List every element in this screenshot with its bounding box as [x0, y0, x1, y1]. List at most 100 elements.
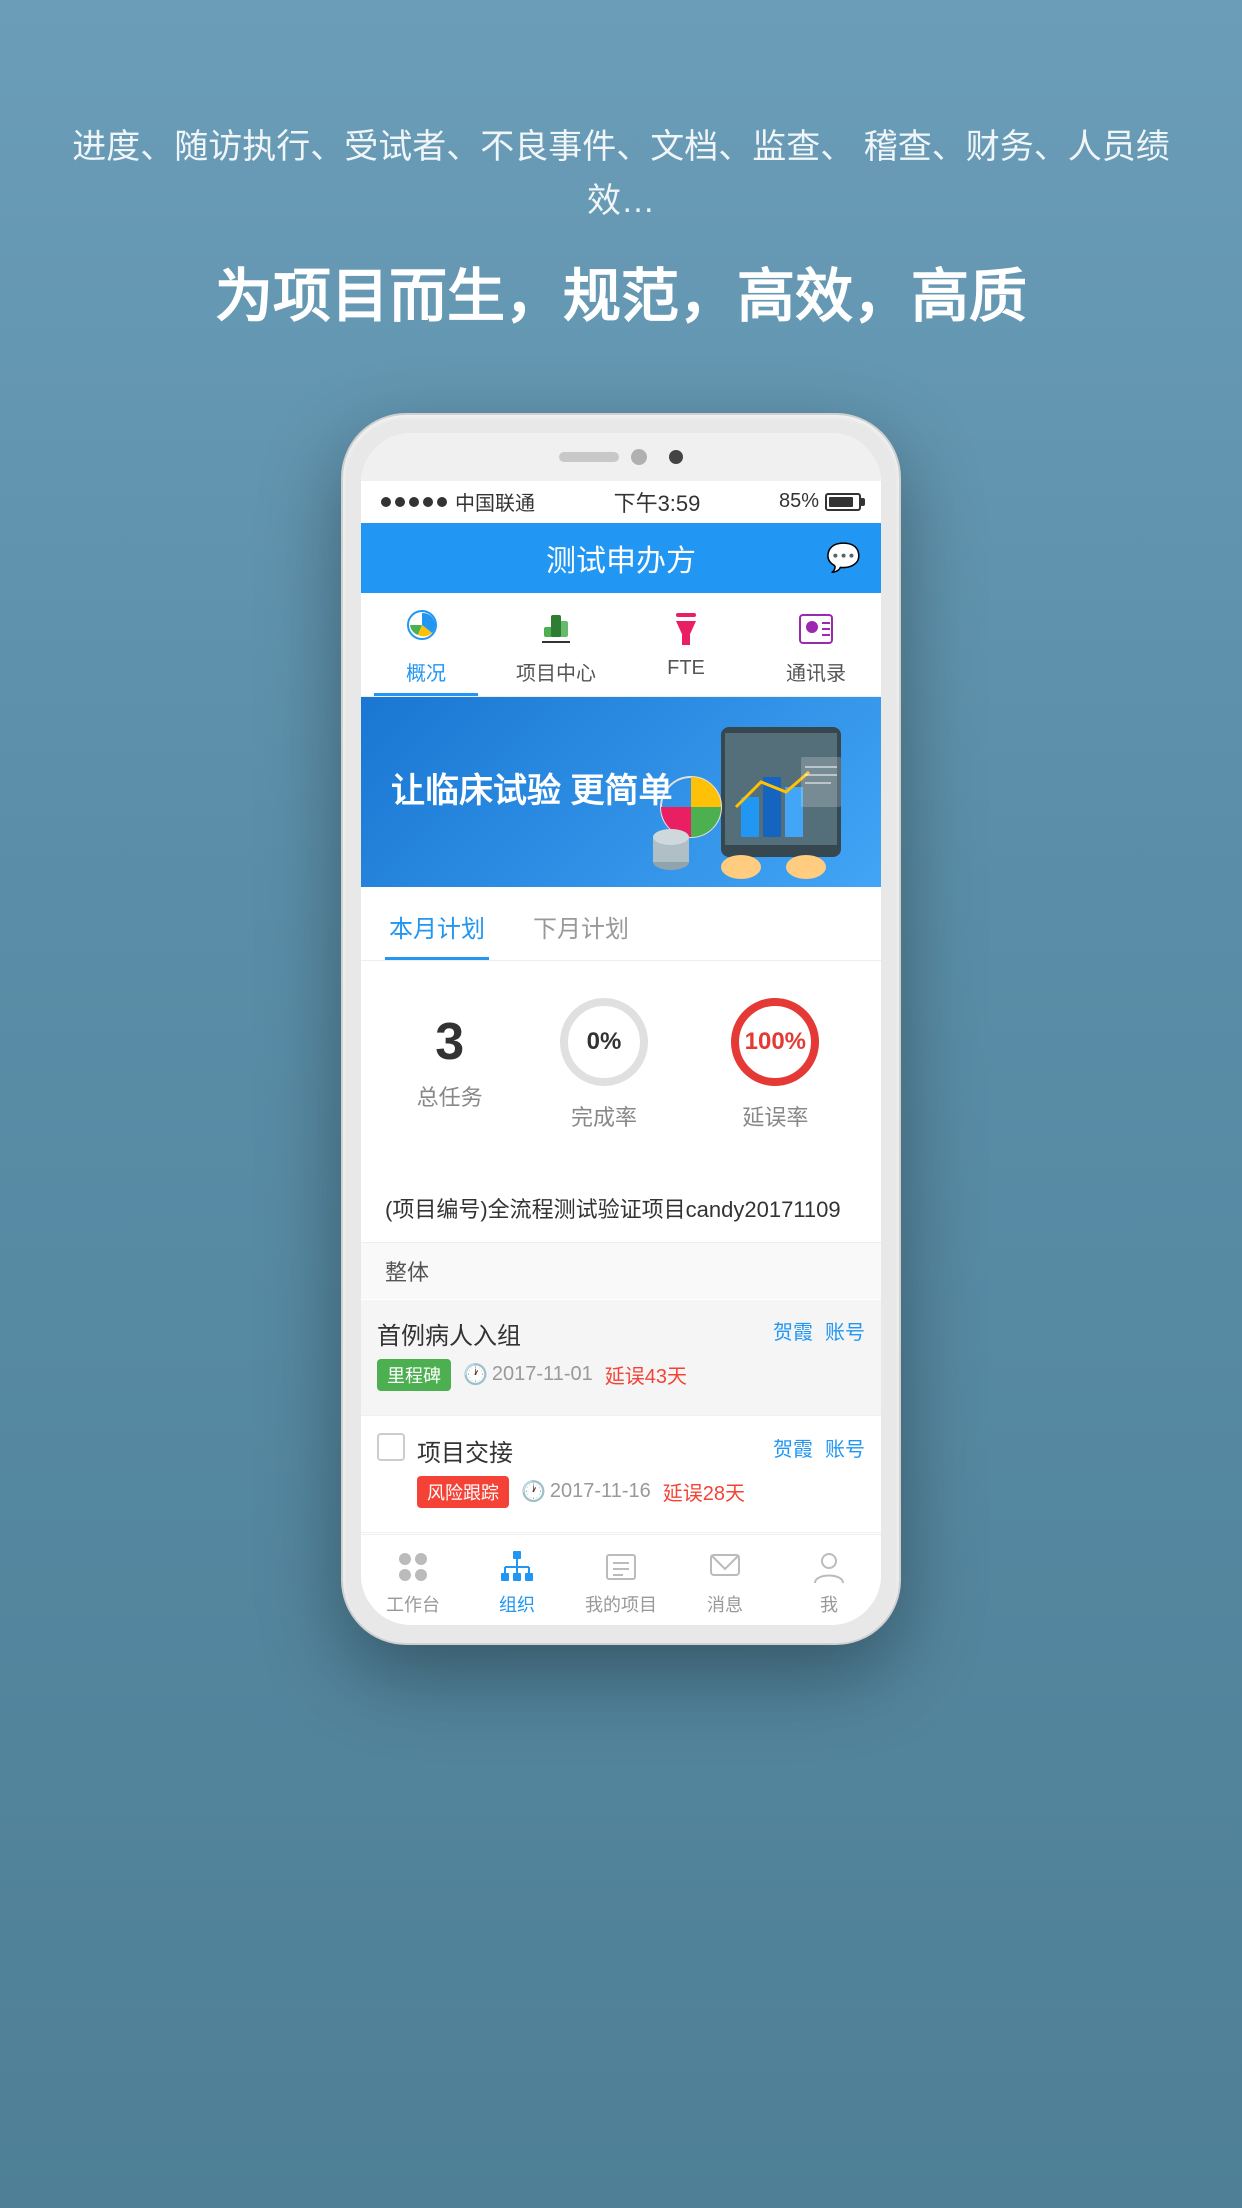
task-delay-1: 延误43天 [605, 1360, 687, 1389]
tagline-subtitle: 进度、随访执行、受试者、不良事件、文档、监查、 稽查、财务、人员绩效… [0, 120, 1242, 229]
task-meta-2: 风险跟踪 🕐 2017-11-16 延误28天 [417, 1476, 773, 1508]
task-item-2: 项目交接 风险跟踪 🕐 2017-11-16 延误28天 [361, 1417, 881, 1533]
delay-label: 延误率 [742, 1100, 808, 1132]
task-left-1: 首例病人入组 里程碑 🕐 2017-11-01 延误43天 [377, 1316, 773, 1391]
project-title: (项目编号)全流程测试验证项目candy20171109 [361, 1174, 881, 1243]
plan-tab-next-month[interactable]: 下月计划 [529, 887, 633, 960]
banner-text: 让临床试验 更简单 [391, 768, 672, 816]
app-header: 测试申办方 💬 [361, 523, 881, 593]
tab-contacts[interactable]: 通讯录 [751, 593, 881, 696]
tab-fte[interactable]: FTE [621, 593, 751, 696]
status-right: 85% [779, 490, 861, 513]
signal-dot-5 [437, 497, 447, 507]
phone-sensor [631, 449, 647, 465]
task-meta-1: 里程碑 🕐 2017-11-01 延误43天 [377, 1359, 773, 1391]
assignee-1-1[interactable]: 账号 [825, 1316, 865, 1345]
plan-tab-this-month[interactable]: 本月计划 [385, 887, 489, 960]
task-title-2: 项目交接 [417, 1433, 773, 1468]
chat-icon[interactable]: 💬 [826, 541, 861, 574]
tab-fte-label: FTE [667, 657, 705, 680]
banner: 让临床试验 更简单 [361, 697, 881, 887]
messages-icon [705, 1547, 745, 1587]
me-label: 我 [820, 1591, 838, 1617]
delay-circle: 100% [725, 992, 825, 1092]
stat-completion: 0% 完成率 [554, 992, 654, 1132]
task-header-2: 项目交接 风险跟踪 🕐 2017-11-16 延误28天 [417, 1433, 865, 1508]
assignee-2-0[interactable]: 贺霞 [773, 1433, 813, 1462]
carrier-name: 中国联通 [455, 487, 535, 516]
phone-shell: 中国联通 下午3:59 85% 测试申办方 💬 [341, 413, 901, 1645]
stat-total-tasks: 3 总任务 [417, 1012, 483, 1112]
task-left-2: 项目交接 风险跟踪 🕐 2017-11-16 延误28天 [417, 1433, 773, 1508]
task-date-2: 🕐 2017-11-16 [521, 1479, 651, 1504]
completion-circle: 0% [554, 992, 654, 1092]
delay-text: 100% [745, 1028, 806, 1056]
status-left: 中国联通 [381, 487, 535, 516]
stat-total-value: 3 [435, 1012, 464, 1072]
tab-overview-label: 概况 [406, 657, 446, 686]
clock-icon-1: 🕐 [463, 1362, 488, 1387]
page-background: 进度、随访执行、受试者、不良事件、文档、监查、 稽查、财务、人员绩效… 为项目而… [0, 0, 1242, 2208]
tab-project[interactable]: 项目中心 [491, 593, 621, 696]
phone-mockup: 中国联通 下午3:59 85% 测试申办方 💬 [341, 413, 901, 1645]
bottom-nav-org[interactable]: 组织 [465, 1547, 569, 1617]
signal-dot-4 [423, 497, 433, 507]
task-content-2: 项目交接 风险跟踪 🕐 2017-11-16 延误28天 [417, 1433, 865, 1516]
signal-dot-1 [381, 497, 391, 507]
assignee-1-0[interactable]: 贺霞 [773, 1316, 813, 1345]
phone-camera [669, 450, 683, 464]
project-icon [534, 607, 578, 651]
signal-dot-3 [409, 497, 419, 507]
app-title: 测试申办方 [546, 536, 696, 580]
task-checkbox-2[interactable] [377, 1433, 405, 1461]
fte-icon [664, 607, 708, 651]
task-tag-1: 里程碑 [377, 1359, 451, 1391]
overview-icon [404, 607, 448, 651]
task-title-1: 首例病人入组 [377, 1316, 773, 1351]
stat-total-label: 总任务 [417, 1080, 483, 1112]
myproject-label: 我的项目 [585, 1591, 657, 1617]
workbench-label: 工作台 [386, 1591, 440, 1617]
task-date-1: 🕐 2017-11-01 [463, 1362, 593, 1387]
task-assignees-2: 贺霞 账号 [773, 1433, 865, 1462]
bottom-nav-messages[interactable]: 消息 [673, 1547, 777, 1617]
task-tag-2: 风险跟踪 [417, 1476, 509, 1508]
battery-icon [825, 493, 861, 511]
contacts-icon [794, 607, 838, 651]
completion-label: 完成率 [571, 1100, 637, 1132]
task-assignees-1: 贺霞 账号 [773, 1316, 865, 1345]
org-icon [497, 1547, 537, 1587]
messages-label: 消息 [707, 1591, 743, 1617]
completion-text: 0% [587, 1028, 622, 1056]
phone-speaker [559, 452, 619, 462]
bottom-nav-workbench[interactable]: 工作台 [361, 1547, 465, 1617]
stat-delay: 100% 延误率 [725, 992, 825, 1132]
bottom-nav: 工作台 [361, 1534, 881, 1625]
assignee-2-1[interactable]: 账号 [825, 1433, 865, 1462]
org-label: 组织 [499, 1591, 535, 1617]
clock-icon-2: 🕐 [521, 1479, 546, 1504]
task-delay-2: 延误28天 [663, 1477, 745, 1506]
phone-screen: 中国联通 下午3:59 85% 测试申办方 💬 [361, 433, 881, 1625]
task-item-1: 首例病人入组 里程碑 🕐 2017-11-01 延误43天 [361, 1300, 881, 1416]
bottom-nav-myproject[interactable]: 我的项目 [569, 1547, 673, 1617]
tab-overview[interactable]: 概况 [361, 593, 491, 696]
signal-dots [381, 497, 447, 507]
status-time: 下午3:59 [614, 486, 701, 518]
myproject-icon [601, 1547, 641, 1587]
tab-contacts-label: 通讯录 [786, 657, 846, 686]
nav-tabs: 概况 项目中心 [361, 593, 881, 697]
status-bar: 中国联通 下午3:59 85% [361, 481, 881, 523]
project-subtitle: 整体 [361, 1243, 881, 1299]
bottom-nav-me[interactable]: 我 [777, 1547, 881, 1617]
plan-tabs: 本月计划 下月计划 [361, 887, 881, 961]
stats-section: 3 总任务 0% 完成率 [361, 962, 881, 1162]
phone-hardware-top [361, 433, 881, 481]
tagline-main: 为项目而生，规范，高效，高质 [175, 249, 1067, 333]
task-with-checkbox-2: 项目交接 风险跟踪 🕐 2017-11-16 延误28天 [377, 1433, 865, 1516]
battery-fill [829, 497, 853, 507]
signal-dot-2 [395, 497, 405, 507]
me-icon [809, 1547, 849, 1587]
workbench-icon [393, 1547, 433, 1587]
task-header-1: 首例病人入组 里程碑 🕐 2017-11-01 延误43天 [377, 1316, 865, 1391]
